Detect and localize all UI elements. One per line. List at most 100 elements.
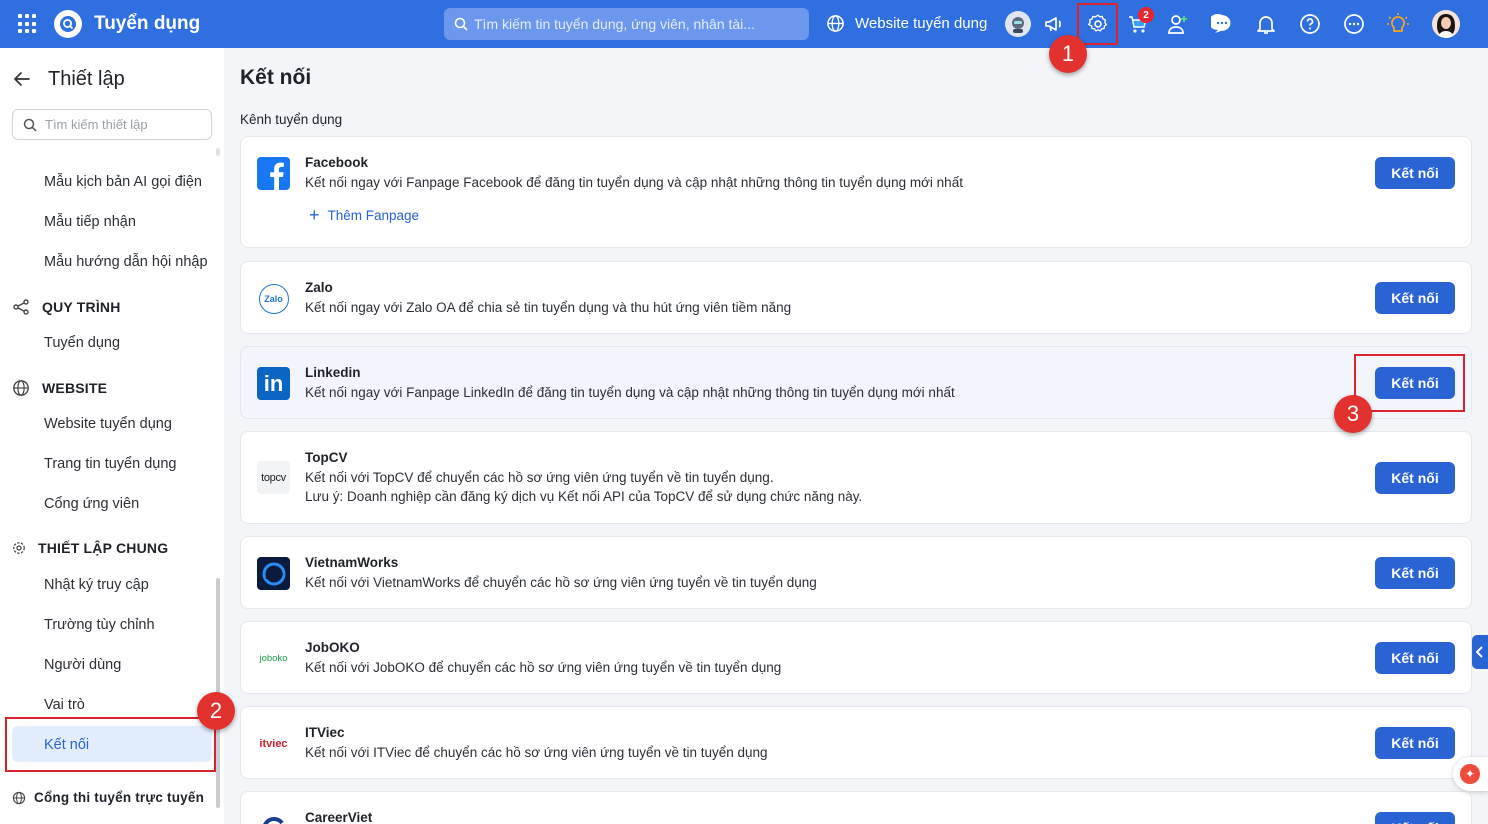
careerviet-logo-icon [257,812,290,824]
sidebar-item-intake-template[interactable]: Mẫu tiếp nhận [44,214,136,230]
add-user-icon[interactable] [1166,12,1190,36]
sidebar-item-users[interactable]: Người dùng [44,657,121,673]
apps-grid-icon[interactable] [18,14,38,34]
channel-card-joboko: joboko JobOKO Kết nối với JobOKO để chuy… [240,621,1472,694]
settings-sidebar: Thiết lập Mẫu kịch bản AI gọi điện Mẫu t… [0,48,224,824]
gear-icon [13,542,25,554]
connect-button-facebook[interactable]: Kết nối [1375,157,1455,189]
connect-button-zalo[interactable]: Kết nối [1375,282,1455,314]
section-label: WEBSITE [42,380,108,396]
more-icon[interactable] [1342,12,1366,36]
sidebar-item-job-page[interactable]: Trang tin tuyển dụng [44,456,176,472]
channel-note: Lưu ý: Doanh nghiệp cần đăng ký dịch vụ … [305,489,863,504]
sidebar-item-custom-fields[interactable]: Trường tùy chỉnh [44,617,155,633]
annotation-box-linkedin-connect [1354,354,1465,412]
page-title: Kết nối [240,66,312,89]
vietnamworks-logo-icon [257,557,290,590]
plus-icon: + [309,205,320,225]
settings-search[interactable] [12,109,212,140]
itviec-logo-icon: itviec [259,737,288,750]
sidebar-title: Thiết lập [48,68,125,90]
channel-desc: Kết nối ngay với Fanpage Facebook để đăn… [305,175,963,190]
bell-icon[interactable] [1254,12,1278,36]
user-avatar[interactable] [1432,10,1460,38]
sidebar-scroll-top [216,148,220,156]
panel-collapse-tab[interactable] [1472,635,1488,669]
channel-name: Facebook [305,155,369,170]
flow-icon [13,299,29,315]
channel-name: JobOKO [305,640,360,655]
connect-button-vietnamworks[interactable]: Kết nối [1375,557,1455,589]
search-icon [454,17,468,31]
sidebar-item-access-log[interactable]: Nhật ký truy cập [44,577,149,593]
lightbulb-icon[interactable] [1386,12,1410,36]
bot-avatar[interactable] [1005,11,1031,37]
sidebar-item-roles[interactable]: Vai trò [44,697,85,713]
section-label: THIẾT LẬP CHUNG [38,540,169,556]
channel-name: Linkedin [305,365,361,380]
app-title[interactable]: Tuyển dụng [94,13,200,35]
channel-card-topcv: topcv TopCV Kết nối với TopCV để chuyển … [240,431,1472,524]
add-fanpage-label: Thêm Fanpage [327,208,420,223]
floating-assistant-button[interactable]: ✦ [1453,757,1488,791]
global-search[interactable] [444,8,809,40]
connect-button-careerviet[interactable]: Kết nối [1375,812,1455,824]
sidebar-section-general: THIẾT LẬP CHUNG [12,540,168,556]
channel-card-zalo: Zalo Zalo Kết nối ngay với Zalo OA để ch… [240,261,1472,334]
channels-section-label: Kênh tuyển dụng [240,112,343,127]
globe-icon [13,380,29,396]
settings-search-input[interactable] [45,117,195,132]
channel-name: VietnamWorks [305,555,399,570]
back-button[interactable] [12,66,32,89]
website-link[interactable]: Website tuyển dụng [826,14,987,33]
channel-name: CareerViet [305,810,373,824]
sidebar-item-recruitment-process[interactable]: Tuyển dụng [44,335,120,351]
channel-name: ITViec [305,725,345,740]
channel-desc: Kết nối ngay với Zalo OA để chia sẻ tin … [305,300,792,315]
cart-badge: 2 [1138,7,1154,23]
channel-card-itviec: itviec ITViec Kết nối với ITViec để chuy… [240,706,1472,779]
chat-icon[interactable] [1210,12,1234,36]
main-content: Kết nối Kênh tuyển dụng Facebook Kết nối… [240,48,1472,824]
add-fanpage-link[interactable]: + Thêm Fanpage [309,205,420,225]
channel-card-linkedin: in Linkedin Kết nối ngay với Fanpage Lin… [240,346,1472,419]
channel-desc: Kết nối với ITViec để chuyển các hồ sơ ứ… [305,745,768,760]
zalo-logo-text: Zalo [258,283,289,314]
connect-button-itviec[interactable]: Kết nối [1375,727,1455,759]
sidebar-item-ai-call-script[interactable]: Mẫu kịch bản AI gọi điện [44,174,202,190]
annotation-number: 3 [1334,395,1372,433]
global-search-input[interactable] [474,16,794,32]
channel-desc: Kết nối với JobOKO để chuyển các hồ sơ ứ… [305,660,782,675]
sidebar-section-process: QUY TRÌNH [12,298,121,316]
channel-desc: Kết nối với TopCV để chuyển các hồ sơ ứn… [305,470,774,485]
sidebar-section-website: WEBSITE [12,379,107,397]
channel-card-vietnamworks: VietnamWorks Kết nối với VietnamWorks để… [240,536,1472,609]
globe-icon [827,15,844,32]
channel-name: TopCV [305,450,348,465]
arrow-left-icon [14,72,30,86]
topcv-logo-icon: topcv [257,461,290,494]
annotation-box-connections [5,717,216,772]
channel-card-careerviet: CareerViet Kết nối [240,791,1472,824]
facebook-logo-icon [257,157,290,190]
linkedin-logo-icon: in [257,367,290,400]
website-link-label: Website tuyển dụng [855,15,988,32]
connect-button-joboko[interactable]: Kết nối [1375,642,1455,674]
sparkle-icon: ✦ [1460,764,1480,784]
search-icon [23,118,37,132]
section-label: Cổng thi tuyển trực tuyến [34,790,205,805]
megaphone-icon[interactable] [1042,12,1066,36]
zalo-logo-icon: Zalo [257,282,290,315]
globe-icon [12,791,26,804]
joboko-logo-icon: joboko [259,653,288,664]
connect-button-topcv[interactable]: Kết nối [1375,462,1455,494]
app-logo[interactable] [54,10,82,38]
help-icon[interactable] [1298,12,1322,36]
channel-card-facebook: Facebook Kết nối ngay với Fanpage Facebo… [240,136,1472,248]
annotation-number: 2 [197,692,235,730]
sidebar-item-candidate-portal[interactable]: Cổng ứng viên [44,496,139,512]
sidebar-item-onboarding-template[interactable]: Mẫu hướng dẫn hội nhập [44,254,208,270]
sidebar-item-website[interactable]: Website tuyển dụng [44,416,172,432]
sidebar-item-online-exam[interactable]: Cổng thi tuyển trực tuyến [12,790,204,805]
top-bar: Tuyển dụng Website tuyển dụng 2 [0,0,1488,48]
